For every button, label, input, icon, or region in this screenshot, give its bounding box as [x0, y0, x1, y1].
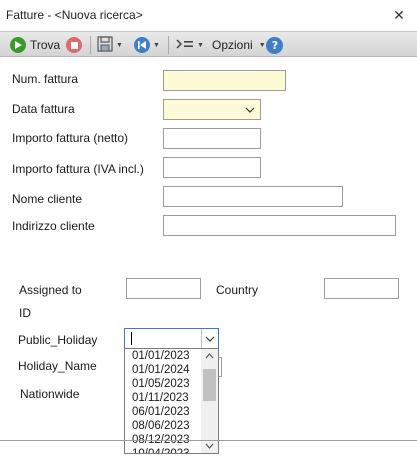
- close-icon[interactable]: ✕: [389, 5, 409, 25]
- help-icon: ?: [266, 36, 283, 54]
- chevron-down-icon[interactable]: [201, 439, 218, 453]
- scrollbar-thumb[interactable]: [203, 369, 216, 401]
- dropdown-option[interactable]: 06/01/2023: [125, 405, 203, 419]
- chevron-down-icon[interactable]: ▼: [116, 42, 123, 49]
- assigned-to-label: Assigned to: [19, 283, 82, 297]
- fields-button[interactable]: ▼: [176, 35, 204, 55]
- play-icon: [10, 37, 26, 53]
- find-button[interactable]: Trova: [10, 35, 60, 55]
- data-fattura-label: Data fattura: [12, 102, 75, 116]
- chevron-down-icon: [244, 104, 256, 116]
- help-button[interactable]: ?: [266, 35, 283, 55]
- chevron-down-icon[interactable]: ▼: [153, 42, 160, 49]
- nationwide-label: Nationwide: [20, 387, 80, 401]
- importo-netto-label: Importo fattura (netto): [12, 131, 129, 145]
- back-icon: [134, 37, 150, 53]
- window-title: Fatture - <Nuova ricerca>: [6, 8, 143, 22]
- toolbar-separator: [168, 36, 169, 54]
- chevron-down-icon[interactable]: ▼: [197, 42, 204, 49]
- dropdown-options: 01/01/2023 01/01/2024 01/05/2023 01/11/2023…: [125, 349, 203, 453]
- public-holiday-dropdown-button[interactable]: [201, 329, 218, 348]
- importo-netto-field[interactable]: [163, 128, 261, 149]
- indirizzo-cliente-field[interactable]: [163, 215, 396, 236]
- holiday-name-label: Holiday_Name: [18, 359, 97, 373]
- text-cursor: [131, 332, 132, 345]
- back-button[interactable]: ▼: [134, 35, 160, 55]
- public-holiday-dropdown-list[interactable]: 01/01/2023 01/01/2024 01/05/2023 01/11/2023…: [124, 348, 219, 454]
- save-button[interactable]: ▼: [97, 35, 123, 55]
- num-fattura-label: Num. fattura: [12, 72, 79, 86]
- public-holiday-label: Public_Holiday: [18, 333, 98, 347]
- options-label: Opzioni: [212, 38, 253, 52]
- stop-icon: [66, 37, 82, 53]
- svg-text:?: ?: [271, 39, 277, 51]
- indirizzo-cliente-label: Indirizzo cliente: [12, 219, 95, 233]
- importo-iva-field[interactable]: [163, 157, 261, 178]
- dropdown-option[interactable]: 10/04/2023: [125, 447, 203, 453]
- options-menu[interactable]: Opzioni ▼: [212, 35, 266, 55]
- dropdown-option[interactable]: 01/01/2023: [125, 349, 203, 363]
- save-icon: [97, 35, 113, 55]
- importo-iva-label: Importo fattura (IVA incl.): [12, 162, 144, 176]
- stop-button[interactable]: [66, 35, 82, 55]
- assigned-to-field[interactable]: [126, 278, 201, 299]
- nome-cliente-field[interactable]: [163, 186, 343, 207]
- toolbar: Trova ▼ ▼ ▼ Opzioni ▼ ?: [0, 31, 417, 57]
- nome-cliente-label: Nome cliente: [12, 192, 83, 206]
- public-holiday-combo[interactable]: [124, 328, 219, 349]
- country-label: Country: [216, 283, 259, 297]
- dropdown-option[interactable]: 01/01/2024: [125, 363, 203, 377]
- scrollbar[interactable]: [201, 349, 218, 453]
- country-field[interactable]: [324, 278, 399, 299]
- footer-divider: [0, 440, 417, 441]
- chevron-down-icon: ▼: [258, 41, 266, 49]
- data-fattura-select[interactable]: [163, 99, 261, 120]
- dropdown-option[interactable]: 01/11/2023: [125, 391, 203, 405]
- fields-icon: [176, 37, 194, 54]
- chevron-up-icon[interactable]: [201, 349, 218, 363]
- assigned-to-id-label: ID: [19, 306, 31, 320]
- num-fattura-field[interactable]: [163, 70, 286, 91]
- find-label: Trova: [30, 38, 61, 52]
- toolbar-separator: [90, 36, 91, 54]
- dropdown-option[interactable]: 01/05/2023: [125, 377, 203, 391]
- dropdown-option[interactable]: 08/06/2023: [125, 419, 203, 433]
- title-bar: Fatture - <Nuova ricerca> ✕: [0, 0, 417, 30]
